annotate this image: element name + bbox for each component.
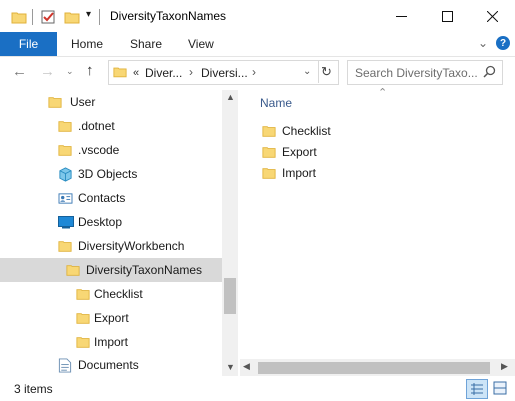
folder-icon bbox=[76, 289, 90, 300]
expand-ribbon-icon[interactable]: ⌄ bbox=[478, 36, 488, 50]
file-item-import[interactable]: Import bbox=[262, 163, 316, 183]
file-item-export[interactable]: Export bbox=[262, 142, 317, 162]
folder-icon bbox=[48, 97, 62, 108]
tree-item-label: DiversityWorkbench bbox=[78, 239, 185, 253]
tree-item-desktop[interactable]: Desktop bbox=[0, 210, 222, 234]
horizontal-scrollbar-thumb[interactable] bbox=[258, 362, 490, 374]
toolbar-separator bbox=[99, 9, 100, 25]
folder-icon bbox=[262, 147, 276, 158]
address-segment-1[interactable]: Diver... bbox=[145, 66, 182, 80]
folder-icon bbox=[11, 10, 27, 24]
cube-icon bbox=[59, 166, 72, 182]
folder-icon bbox=[76, 337, 90, 348]
folder-icon bbox=[262, 126, 276, 137]
new-folder-icon[interactable] bbox=[64, 10, 80, 24]
item-count: 3 items bbox=[14, 382, 53, 396]
tree-item-label: Export bbox=[94, 311, 129, 325]
window-title: DiversityTaxonNames bbox=[110, 9, 227, 23]
tab-view[interactable]: View bbox=[188, 32, 214, 56]
sort-ascending-icon: ⌃ bbox=[378, 87, 388, 99]
address-dropdown-icon[interactable]: ⌄ bbox=[303, 66, 311, 77]
recent-locations-icon[interactable]: ⌄ bbox=[66, 66, 74, 77]
toolbar-separator bbox=[32, 9, 33, 25]
forward-arrow-icon[interactable]: → bbox=[40, 63, 55, 80]
tree-item-documents[interactable]: Documents bbox=[0, 354, 222, 376]
minimize-button[interactable] bbox=[378, 0, 424, 32]
tree-item-diversitytaxonnames[interactable]: DiversityTaxonNames bbox=[0, 258, 222, 282]
tree-item-import[interactable]: Import bbox=[0, 330, 222, 354]
tree-item-label: Contacts bbox=[78, 191, 126, 205]
back-arrow-icon[interactable]: ← bbox=[12, 63, 27, 80]
refresh-icon[interactable]: ↻ bbox=[321, 64, 332, 80]
tab-file[interactable]: File bbox=[0, 32, 57, 56]
tree-item-dotnet[interactable]: .dotnet bbox=[0, 114, 222, 138]
search-icon[interactable] bbox=[483, 65, 496, 81]
properties-icon[interactable] bbox=[40, 9, 56, 25]
maximize-button[interactable] bbox=[424, 0, 470, 32]
tree-item-label: User bbox=[70, 95, 96, 109]
tab-home[interactable]: Home bbox=[71, 32, 103, 56]
file-item-label: Export bbox=[282, 145, 317, 159]
tree-item-label: .vscode bbox=[78, 143, 120, 157]
tree-scrollbar[interactable] bbox=[222, 90, 238, 376]
folder-icon bbox=[66, 265, 80, 276]
chevron-right-icon[interactable]: › bbox=[252, 65, 256, 79]
chevron-right-icon[interactable]: › bbox=[189, 65, 193, 79]
file-item-label: Checklist bbox=[282, 124, 331, 138]
file-item-checklist[interactable]: Checklist bbox=[262, 121, 331, 141]
tree-item-label: Import bbox=[94, 335, 129, 349]
contacts-icon bbox=[58, 192, 73, 204]
tree-item-checklist[interactable]: Checklist bbox=[0, 282, 222, 306]
tree-item-contacts[interactable]: Contacts bbox=[0, 186, 222, 210]
address-overflow[interactable]: « bbox=[133, 67, 139, 79]
folder-icon bbox=[58, 145, 72, 156]
close-button[interactable] bbox=[469, 0, 515, 32]
status-bar bbox=[0, 376, 515, 401]
search-input[interactable]: Search DiversityTaxo... bbox=[355, 66, 478, 80]
details-view-button[interactable] bbox=[466, 379, 488, 399]
address-folder-icon bbox=[113, 65, 127, 78]
scroll-left-icon[interactable]: ◀ bbox=[243, 361, 250, 372]
tree-item-label: 3D Objects bbox=[78, 167, 138, 181]
large-icons-view-button[interactable] bbox=[490, 379, 510, 397]
scroll-right-icon[interactable]: ▶ bbox=[501, 361, 508, 372]
documents-icon bbox=[58, 357, 72, 373]
up-arrow-icon[interactable]: ↑ bbox=[86, 62, 94, 79]
file-item-label: Import bbox=[282, 166, 317, 180]
tree-item-user[interactable]: User bbox=[0, 90, 222, 114]
address-segment-2[interactable]: Diversi... bbox=[201, 66, 248, 80]
folder-icon bbox=[76, 313, 90, 324]
scrollbar-thumb[interactable] bbox=[224, 278, 236, 314]
folder-icon bbox=[58, 241, 72, 252]
help-icon[interactable]: ? bbox=[496, 36, 510, 50]
tab-share[interactable]: Share bbox=[130, 32, 162, 56]
tree-item-label: Documents bbox=[78, 358, 139, 372]
large-icons-view-icon bbox=[493, 381, 507, 395]
tree-item-label: .dotnet bbox=[78, 119, 115, 133]
scroll-down-icon[interactable]: ▼ bbox=[226, 362, 235, 372]
scroll-up-icon[interactable]: ▲ bbox=[226, 92, 235, 102]
tree-item-diversityworkbench[interactable]: DiversityWorkbench bbox=[0, 234, 222, 258]
tree-item-vscode[interactable]: .vscode bbox=[0, 138, 222, 162]
tree-item-3d-objects[interactable]: 3D Objects bbox=[0, 162, 222, 186]
tree-item-label: Desktop bbox=[78, 215, 123, 229]
tree-item-label: DiversityTaxonNames bbox=[86, 263, 203, 277]
address-divider bbox=[318, 61, 319, 83]
tree-item-label: Checklist bbox=[94, 287, 143, 301]
desktop-icon bbox=[58, 215, 74, 228]
details-view-icon bbox=[471, 383, 483, 395]
folder-icon bbox=[262, 168, 276, 179]
folder-icon bbox=[58, 121, 72, 132]
quick-access-dropdown-icon[interactable]: ▾ bbox=[86, 9, 91, 20]
column-header-name[interactable]: Name bbox=[260, 96, 292, 110]
tree-item-export[interactable]: Export bbox=[0, 306, 222, 330]
